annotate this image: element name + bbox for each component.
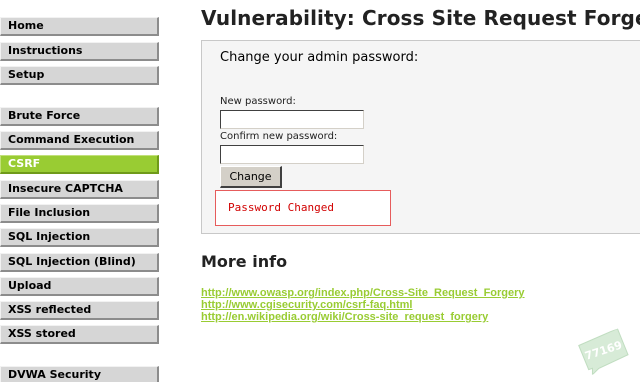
sidebar-item-home[interactable]: Home [0,17,159,36]
form-heading: Change your admin password: [220,50,419,65]
sidebar-item-xss-reflected[interactable]: XSS reflected [0,301,159,320]
sidebar-item-insecure-captcha[interactable]: Insecure CAPTCHA [0,180,159,199]
dvwa-page: Home Instructions Setup Brute Force Comm… [0,0,640,382]
sidebar-item-csrf[interactable]: CSRF [0,155,159,174]
cgisecurity-csrf-faq-link[interactable]: http://www.cgisecurity.com/csrf-faq.html [201,299,412,311]
sidebar-item-brute-force[interactable]: Brute Force [0,107,159,126]
sidebar-item-command-execution[interactable]: Command Execution [0,131,159,150]
watermark-badge: 77169 [578,328,629,376]
wikipedia-csrf-link[interactable]: http://en.wikipedia.org/wiki/Cross-site_… [201,311,488,323]
owasp-csrf-link[interactable]: http://www.owasp.org/index.php/Cross-Sit… [201,287,525,299]
sidebar-item-upload[interactable]: Upload [0,277,159,296]
new-password-input[interactable] [220,110,364,129]
sidebar-item-instructions[interactable]: Instructions [0,42,159,61]
sidebar-item-dvwa-security[interactable]: DVWA Security [0,366,159,382]
confirm-password-label: Confirm new password: [220,131,338,142]
new-password-label: New password: [220,96,296,107]
sidebar-item-setup[interactable]: Setup [0,66,159,85]
sidebar-item-sql-injection-blind[interactable]: SQL Injection (Blind) [0,253,159,272]
page-title: Vulnerability: Cross Site Request Forger… [201,6,640,30]
more-info-heading: More info [201,252,288,271]
sidebar-item-sql-injection[interactable]: SQL Injection [0,228,159,247]
confirm-password-input[interactable] [220,145,364,164]
change-button[interactable]: Change [220,166,282,188]
sidebar-item-file-inclusion[interactable]: File Inclusion [0,204,159,223]
sidebar-item-xss-stored[interactable]: XSS stored [0,325,159,344]
status-message: Password Changed [215,190,391,226]
